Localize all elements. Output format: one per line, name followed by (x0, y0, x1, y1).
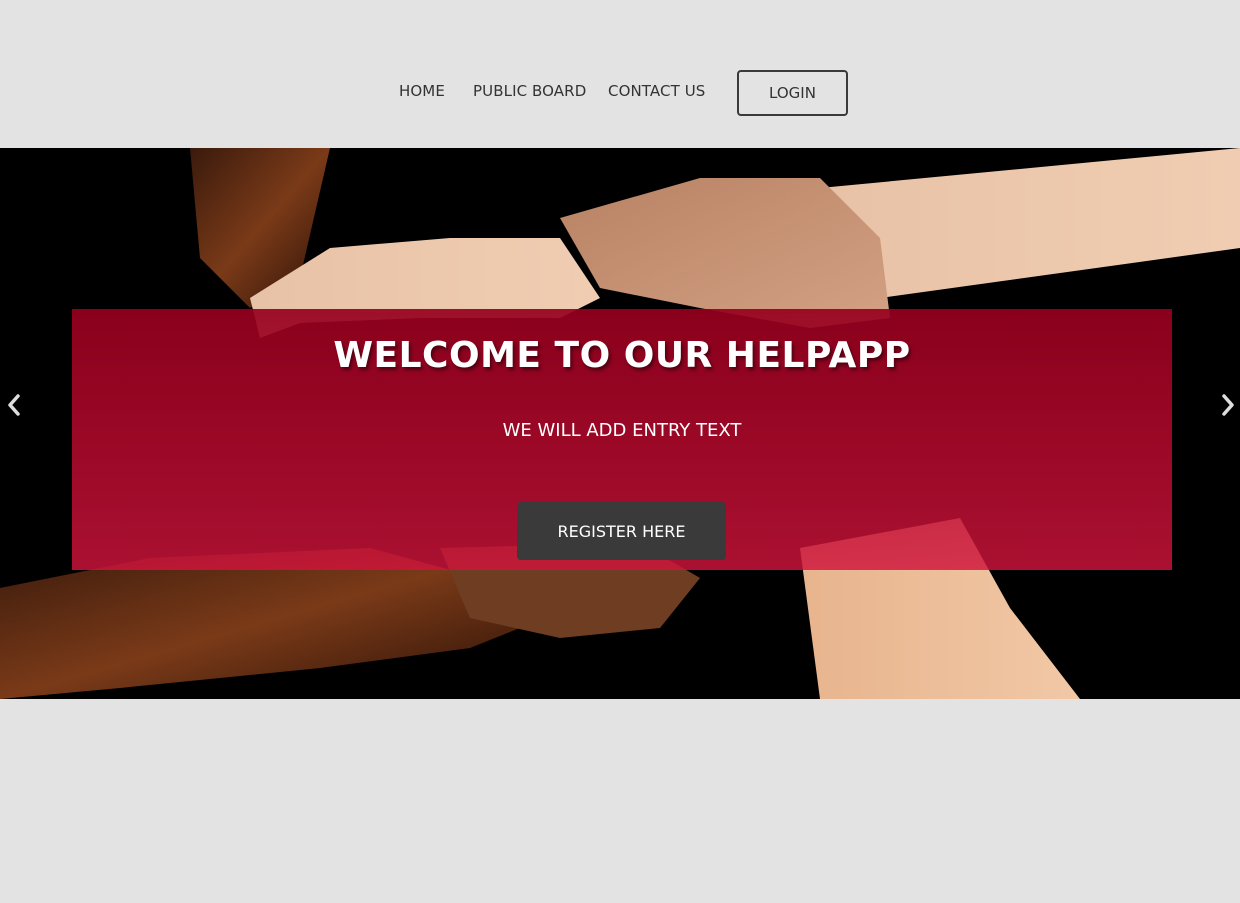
nav-contact-us-link[interactable]: CONTACT US (608, 82, 705, 100)
hero-carousel: WELCOME TO OUR HELPAPP WE WILL ADD ENTRY… (0, 148, 1240, 699)
login-button[interactable]: LOGIN (737, 70, 848, 116)
top-navigation-bar: HOME PUBLIC BOARD CONTACT US LOGIN (0, 0, 1240, 148)
hero-subtitle: WE WILL ADD ENTRY TEXT (502, 420, 742, 441)
register-button[interactable]: REGISTER HERE (517, 502, 726, 560)
chevron-left-icon[interactable] (2, 390, 26, 420)
nav-home-link[interactable]: HOME (399, 82, 445, 100)
hero-title: WELCOME TO OUR HELPAPP (333, 335, 911, 376)
nav-public-board-link[interactable]: PUBLIC BOARD (473, 82, 586, 100)
hero-overlay-panel: WELCOME TO OUR HELPAPP WE WILL ADD ENTRY… (72, 309, 1172, 570)
chevron-right-icon[interactable] (1216, 390, 1240, 420)
